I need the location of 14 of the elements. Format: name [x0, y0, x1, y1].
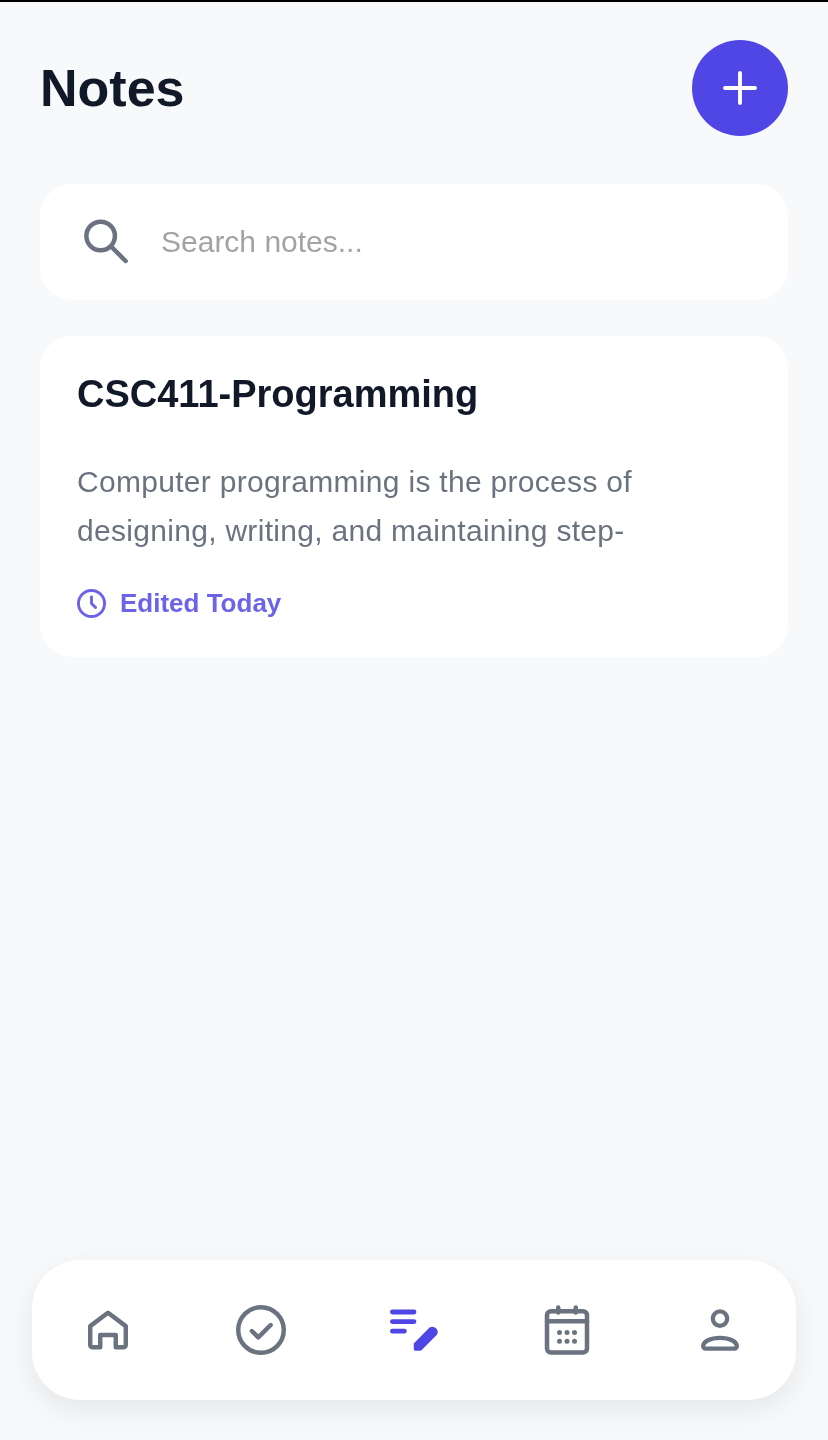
home-icon: [88, 1310, 129, 1350]
plus-icon: [722, 70, 758, 106]
page-title: Notes: [40, 58, 185, 119]
user-icon: [699, 1309, 740, 1351]
note-card[interactable]: CSC411-Programming Computer programming is the process of designing, writing, and maintaining step- Edited Today: [40, 336, 788, 657]
search-field[interactable]: Search notes...: [40, 184, 788, 300]
calendar-icon: [543, 1305, 590, 1355]
check-circle-icon: [236, 1305, 287, 1355]
note-title: CSC411-Programming: [77, 372, 480, 417]
notes-pencil-icon: [390, 1308, 438, 1352]
note-preview: Computer programming is the process of designing, writing, and maintaining step-: [77, 464, 633, 549]
edited-time: Edited Today: [120, 587, 282, 619]
search-icon: [84, 219, 128, 265]
clock-icon: [77, 588, 106, 618]
